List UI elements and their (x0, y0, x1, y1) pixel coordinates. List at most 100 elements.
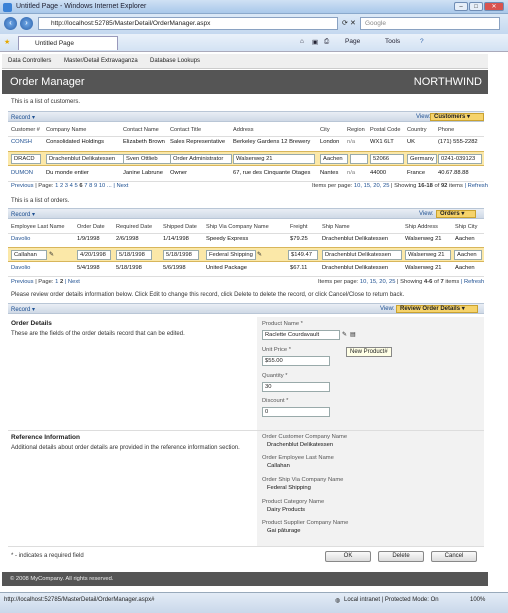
pager-page-1[interactable]: 1 (55, 183, 58, 189)
input-country[interactable]: Germany (407, 154, 437, 164)
input-company[interactable]: Drachenblut Delikatessen (46, 154, 128, 164)
customers-record-menu[interactable]: Record ▾ (11, 114, 35, 121)
cell-customer-id[interactable]: DUMON (11, 170, 33, 176)
cell-employee[interactable]: Davolio (11, 236, 30, 242)
page-size-20[interactable]: 20, (379, 279, 387, 285)
col-phone[interactable]: Phone (438, 127, 454, 133)
lookup-pencil-icon[interactable]: ✎ (342, 331, 347, 338)
lookup-pencil-icon[interactable]: ✎ (257, 251, 262, 258)
page-size-15[interactable]: 15, (364, 183, 372, 189)
input-city[interactable]: Aachen (320, 154, 348, 164)
pager-page-7[interactable]: 7 (84, 183, 87, 189)
input-postal[interactable]: 52066 (370, 154, 404, 164)
tab-untitled-page[interactable]: Untitled Page (18, 36, 118, 50)
home-icon[interactable]: ⌂ (300, 38, 304, 45)
col-required-date[interactable]: Required Date (116, 224, 152, 230)
print-icon[interactable]: ⎙ (324, 38, 329, 46)
favorites-star-icon[interactable]: ★ (4, 38, 10, 46)
tools-menu[interactable]: Tools (385, 38, 400, 45)
col-ship-name[interactable]: Ship Name (322, 224, 350, 230)
input-employee[interactable]: Callahan (11, 250, 47, 260)
cell-employee[interactable]: Davolio (11, 265, 30, 271)
input-ship-via[interactable]: Federal Shipping (206, 250, 256, 260)
input-customer-id[interactable]: DRACD (11, 154, 41, 164)
col-order-date[interactable]: Order Date (77, 224, 105, 230)
input-address[interactable]: Walserweg 21 (233, 154, 315, 164)
lookup-pencil-icon[interactable]: ✎ (49, 251, 54, 258)
page-size-15[interactable]: 15, (370, 279, 378, 285)
col-contact-title[interactable]: Contact Title (170, 127, 201, 133)
col-freight[interactable]: Freight (290, 224, 307, 230)
search-input[interactable]: Google (360, 17, 500, 30)
input-ship-city[interactable]: Aachen (454, 250, 482, 260)
input-ship-address[interactable]: Walserweg 21 (405, 250, 451, 260)
input-required-date[interactable]: 5/18/1998 (116, 250, 152, 260)
discount-input[interactable]: 0 (262, 407, 330, 417)
table-row-selected[interactable]: DRACD Drachenblut Delikatessen Sven Ottl… (8, 151, 484, 166)
pager-previous[interactable]: Previous (11, 279, 34, 285)
customers-view-selector[interactable]: Customers ▾ (430, 113, 484, 121)
zoom-level[interactable]: 100% (470, 597, 485, 603)
col-ship-address[interactable]: Ship Address (405, 224, 438, 230)
table-row[interactable]: CONSH Consolidated Holdings Elizabeth Br… (0, 139, 508, 149)
page-size-10[interactable]: 10, (354, 183, 362, 189)
col-ship-via[interactable]: Ship Via Company Name (206, 224, 269, 230)
menu-database-lookups[interactable]: Database Lookups (150, 58, 200, 64)
table-row[interactable]: DUMON Du monde entier Janine Labrune Own… (0, 170, 508, 180)
pager-page-8[interactable]: 8 (89, 183, 92, 189)
menu-master-detail[interactable]: Master/Detail Extravaganza (64, 58, 138, 64)
col-contact-name[interactable]: Contact Name (123, 127, 159, 133)
pager-page-5[interactable]: 5 (75, 183, 78, 189)
minimize-button[interactable]: – (454, 2, 468, 11)
input-freight[interactable]: $149.47 (288, 250, 318, 260)
input-region[interactable] (350, 154, 368, 164)
col-ship-city[interactable]: Ship City (455, 224, 477, 230)
maximize-button[interactable]: □ (469, 2, 483, 11)
col-postal-code[interactable]: Postal Code (370, 127, 400, 133)
pager-page-3[interactable]: 3 (65, 183, 68, 189)
table-row[interactable]: Davolio 5/4/1998 5/18/1998 5/6/1998 Unit… (0, 265, 508, 275)
ok-button[interactable]: OK (325, 551, 371, 562)
input-phone[interactable]: 0241-039123 (438, 154, 482, 164)
address-bar[interactable]: http://localhost:52785/MasterDetail/Orde… (38, 17, 338, 30)
refresh-link[interactable]: | Refresh (461, 279, 484, 285)
forward-button[interactable]: › (20, 17, 33, 30)
col-company-name[interactable]: Company Name (46, 127, 86, 133)
pager-previous[interactable]: Previous (11, 183, 34, 189)
orders-record-menu[interactable]: Record ▾ (11, 211, 35, 218)
pager-next[interactable]: | Next (113, 183, 128, 189)
cancel-button[interactable]: Cancel (431, 551, 477, 562)
menu-data-controllers[interactable]: Data Controllers (8, 58, 51, 64)
input-order-date[interactable]: 4/20/1998 (77, 250, 111, 260)
pager-next[interactable]: | Next (65, 279, 80, 285)
input-shipped-date[interactable]: 5/18/1998 (163, 250, 199, 260)
refresh-link[interactable]: | Refresh (465, 183, 488, 189)
pager-page-9[interactable]: 9 (94, 183, 97, 189)
input-ship-name[interactable]: Drachenblut Delikatessen (322, 250, 402, 260)
new-product-icon[interactable]: ▤ (350, 331, 356, 338)
close-button[interactable]: ✕ (484, 2, 504, 11)
col-shipped-date[interactable]: Shipped Date (163, 224, 197, 230)
col-employee[interactable]: Employee Last Name (11, 224, 64, 230)
product-name-input[interactable]: Raclette Courdavault (262, 330, 340, 340)
back-button[interactable]: ‹ (4, 17, 17, 30)
details-record-menu[interactable]: Record ▾ (11, 306, 35, 313)
input-contact[interactable]: Sven Ottlieb (123, 154, 173, 164)
unit-price-input[interactable]: $55.00 (262, 356, 330, 366)
feeds-icon[interactable]: ▣ (312, 38, 318, 46)
cell-customer-id[interactable]: CONSH (11, 139, 32, 145)
page-menu[interactable]: Page (345, 38, 360, 45)
delete-button[interactable]: Delete (378, 551, 424, 562)
input-title[interactable]: Order Administrator (170, 154, 232, 164)
col-region[interactable]: Region (347, 127, 365, 133)
details-view-selector[interactable]: Review Order Details ▾ (396, 305, 478, 313)
page-size-10[interactable]: 10, (360, 279, 368, 285)
pager-page-10[interactable]: 10 (99, 183, 105, 189)
page-size-25[interactable]: 25 (389, 279, 395, 285)
col-address[interactable]: Address (233, 127, 254, 133)
page-size-25[interactable]: 25 (383, 183, 389, 189)
refresh-icon[interactable]: ⟳ (342, 19, 348, 27)
col-country[interactable]: Country (407, 127, 427, 133)
table-row[interactable]: Davolio 1/9/1998 2/6/1998 1/14/1998 Spee… (0, 236, 508, 246)
col-customer-id[interactable]: Customer # (11, 127, 40, 133)
